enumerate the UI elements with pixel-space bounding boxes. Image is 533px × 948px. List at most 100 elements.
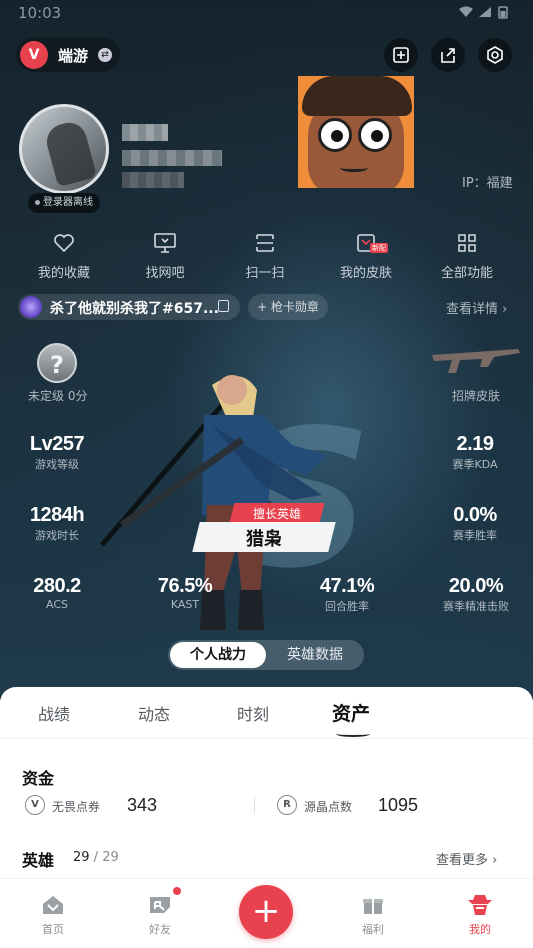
best-hero-tag: 擅长英雄	[252, 507, 301, 521]
edit-card-icon	[393, 47, 409, 63]
skin-new-tag: 新配	[370, 243, 388, 253]
funds-title: 资金	[22, 769, 55, 788]
stat-label: 赛季胜率	[453, 529, 497, 542]
quick-action-label: 我的皮肤	[339, 266, 392, 281]
stat-value: 0.0%	[453, 504, 497, 526]
tab-moments[interactable]: 时刻	[237, 701, 269, 725]
valorant-points-icon: V	[25, 795, 45, 815]
user-id-blurred	[122, 150, 222, 166]
title-badge-icon	[20, 296, 42, 318]
stat-precision: 20.0% 赛季精准击败	[436, 575, 516, 614]
share-icon	[441, 48, 455, 63]
stat-kast: 76.5% KAST	[150, 575, 220, 611]
valorant-logo-icon: V	[20, 41, 48, 69]
stat-label: 游戏等级	[35, 458, 79, 471]
status-time: 10:03	[18, 4, 62, 22]
player-title-text: 杀了他就别杀我了#657...	[50, 301, 219, 317]
tab-assets[interactable]: 资产	[332, 699, 370, 726]
quick-action-label: 找网吧	[145, 266, 185, 281]
settings-button[interactable]	[478, 38, 512, 72]
rank-unranked-icon[interactable]: ?	[37, 343, 77, 383]
copy-icon[interactable]	[218, 300, 229, 312]
tab-feed[interactable]: 动态	[138, 701, 170, 725]
stat-value: 280.2	[33, 575, 81, 597]
quick-action-label: 我的收藏	[37, 266, 90, 281]
monitor-icon	[154, 233, 176, 253]
active-tab-indicator	[336, 731, 370, 737]
stat-label: KAST	[170, 598, 200, 611]
stats-segment-control: 个人战力 英雄数据	[168, 640, 364, 670]
rank-label: 未定级 0分	[28, 389, 88, 403]
segment-hero-data[interactable]: 英雄数据	[268, 642, 362, 668]
segment-personal-power[interactable]: 个人战力	[170, 642, 266, 668]
stat-value: Lv257	[29, 433, 85, 455]
nav-label: 好友	[149, 923, 171, 936]
friends-notification-dot	[173, 887, 181, 895]
bottom-navigation: 首页 好友 + 福利 我的	[0, 878, 533, 948]
quick-action-scan[interactable]: 扫一扫	[225, 230, 305, 281]
nav-friends[interactable]: 好友	[130, 891, 190, 937]
stat-value: 1284h	[29, 504, 85, 526]
nav-label: 福利	[362, 923, 384, 936]
home-icon	[43, 896, 63, 914]
system-icons	[457, 5, 517, 23]
stat-win-rate: 0.0% 赛季胜率	[440, 504, 510, 543]
stat-label: 游戏时长	[35, 529, 79, 542]
see-more-heroes-link[interactable]: 查看更多 ›	[436, 849, 497, 868]
nav-home[interactable]: 首页	[23, 891, 83, 937]
stat-label: 回合胜率	[325, 600, 369, 613]
player-card-image[interactable]	[298, 76, 414, 188]
switch-icon: ⇄	[98, 48, 112, 62]
heroes-title: 英雄	[22, 851, 55, 870]
username-blurred	[122, 124, 168, 141]
grid-icon	[458, 234, 476, 252]
heroes-count: 29 / 29	[73, 850, 119, 865]
gift-icon	[363, 899, 383, 914]
stat-label: ACS	[46, 598, 68, 611]
heart-icon	[54, 234, 74, 253]
stat-hours: 1284h 游戏时长	[22, 504, 92, 543]
profile-icon	[468, 895, 492, 915]
stat-value: 2.19	[456, 433, 494, 455]
tab-records[interactable]: 战绩	[38, 701, 70, 725]
player-title-badge[interactable]: 杀了他就别杀我了#657...	[18, 294, 240, 320]
nav-benefits[interactable]: 福利	[343, 891, 403, 937]
signature-rifle-icon[interactable]	[430, 345, 522, 377]
app-name: 端游	[58, 47, 89, 65]
stat-label: 赛季精准击败	[443, 600, 509, 613]
stat-value: 47.1%	[319, 575, 375, 597]
nav-label: 我的	[469, 923, 491, 936]
quick-action-favorites[interactable]: 我的收藏	[24, 230, 104, 281]
quick-action-internet-cafe[interactable]: 找网吧	[125, 230, 205, 281]
radianite-points-label: 源晶点数	[304, 800, 353, 814]
app-switcher[interactable]: V 端游 ⇄	[16, 38, 120, 72]
ip-location: IP：福建	[462, 176, 513, 191]
quick-action-skins[interactable]: 新配 我的皮肤	[326, 230, 406, 281]
nav-label: 首页	[42, 923, 64, 936]
stat-value: 76.5%	[157, 575, 213, 597]
settings-icon	[487, 46, 503, 64]
view-detail-link[interactable]: 查看详情 ›	[446, 298, 507, 317]
signature-skin-label: 招牌皮肤	[452, 389, 501, 403]
stat-label: 赛季KDA	[452, 458, 498, 471]
heroes-owned: 29	[73, 850, 90, 865]
create-post-button[interactable]: +	[239, 885, 293, 939]
valorant-points-label: 无畏点券	[52, 800, 101, 814]
best-hero-name[interactable]: 猎枭	[196, 525, 332, 551]
nav-profile[interactable]: 我的	[450, 891, 510, 937]
avatar[interactable]	[19, 104, 109, 194]
add-medal-button[interactable]: + 枪卡勋章	[248, 294, 328, 320]
login-status-badge: 登录器离线	[28, 193, 100, 213]
currency-divider	[254, 797, 255, 813]
quick-action-label: 扫一扫	[245, 266, 285, 281]
radianite-points-icon: R	[277, 795, 297, 815]
stat-kda: 2.19 赛季KDA	[440, 433, 510, 472]
share-button[interactable]	[431, 38, 465, 72]
stat-round-win: 47.1% 回合胜率	[312, 575, 382, 614]
stat-value: 20.0%	[448, 575, 504, 597]
user-info-blurred	[122, 172, 184, 188]
edit-card-button[interactable]	[384, 38, 418, 72]
quick-action-all-features[interactable]: 全部功能	[427, 230, 507, 281]
stat-acs: 280.2 ACS	[22, 575, 92, 611]
radianite-points-value: 1095	[378, 795, 419, 815]
